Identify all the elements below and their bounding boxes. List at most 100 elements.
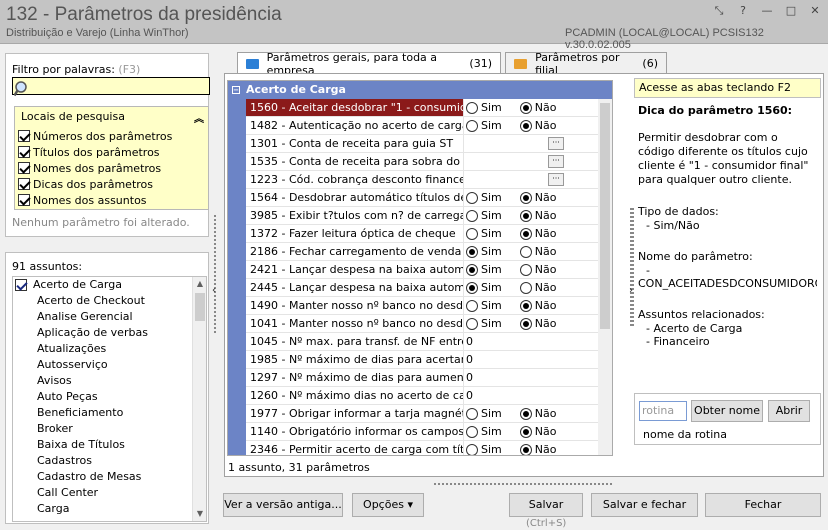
collapse-right-icon[interactable]: ›: [629, 285, 633, 296]
subject-item[interactable]: Acerto de Carga: [13, 277, 206, 293]
parameter-row[interactable]: 1372 - Fazer leitura óptica de cheque Sim…: [246, 225, 610, 243]
subject-item[interactable]: Carga: [13, 501, 206, 517]
scroll-down-icon[interactable]: ▼: [193, 507, 206, 521]
subject-item[interactable]: Acerto de Checkout: [13, 293, 206, 309]
subject-item[interactable]: Broker: [13, 421, 206, 437]
subject-item[interactable]: Beneficiamento: [13, 405, 206, 421]
parameter-value[interactable]: Sim Não: [464, 279, 610, 296]
sim-radio[interactable]: Sim: [466, 281, 502, 294]
checkbox-icon[interactable]: [18, 146, 30, 158]
save-and-close-button[interactable]: Salvar e fechar: [591, 493, 698, 517]
sim-radio[interactable]: Sim: [466, 191, 502, 204]
parameter-row[interactable]: 1482 - Autenticação no acerto de carga Si…: [246, 117, 610, 135]
tab-branch-parameters[interactable]: Parâmetros por filial (6): [505, 51, 667, 77]
restore-icon[interactable]: ⤡: [710, 3, 728, 19]
numeric-value[interactable]: 0: [466, 389, 473, 402]
parameter-row[interactable]: 1045 - Nº max. para transf. de NF entre …: [246, 333, 610, 351]
bottom-splitter[interactable]: [434, 481, 614, 487]
routine-input[interactable]: rotina: [639, 401, 687, 421]
subject-item[interactable]: Atualizações: [13, 341, 206, 357]
parameter-value[interactable]: Sim Não: [464, 207, 610, 224]
subject-item[interactable]: Auto Peças: [13, 389, 206, 405]
sim-radio[interactable]: Sim: [466, 407, 502, 420]
parameter-row[interactable]: 1985 - Nº máximo de dias para acertar ca…: [246, 351, 610, 369]
maximize-icon[interactable]: □: [782, 3, 800, 19]
collapse-group-icon[interactable]: −: [232, 86, 240, 94]
nao-radio[interactable]: Não: [519, 299, 556, 312]
parameter-value[interactable]: Sim Não: [464, 405, 610, 422]
parameter-row[interactable]: 1223 - Cód. cobrança desconto financeiro…: [246, 171, 610, 189]
search-location-option[interactable]: Títulos dos parâmetros: [18, 144, 172, 160]
checkbox-icon[interactable]: [18, 178, 30, 190]
checkbox-icon[interactable]: [18, 162, 30, 174]
parameter-row[interactable]: 2421 - Lançar despesa na baixa automátic…: [246, 261, 610, 279]
collapse-left-icon[interactable]: ‹: [212, 285, 216, 296]
sim-radio[interactable]: Sim: [466, 119, 502, 132]
parameter-row[interactable]: 1297 - Nº máximo de dias para aumentar a…: [246, 369, 610, 387]
save-button[interactable]: Salvar: [509, 493, 583, 517]
sim-radio[interactable]: Sim: [466, 317, 502, 330]
search-location-option[interactable]: Nomes dos parâmetros: [18, 160, 172, 176]
parameter-value[interactable]: Sim Não: [464, 117, 610, 134]
search-location-option[interactable]: Dicas dos parâmetros: [18, 176, 172, 192]
grid-group-header[interactable]: − Acerto de Carga: [228, 81, 612, 99]
subjects-scrollbar[interactable]: ▲ ▼: [192, 277, 206, 521]
subject-item[interactable]: Avisos: [13, 373, 206, 389]
ellipsis-button[interactable]: ···: [548, 155, 564, 168]
filter-input[interactable]: [12, 77, 210, 95]
sim-radio[interactable]: Sim: [466, 425, 502, 438]
minimize-icon[interactable]: —: [758, 3, 776, 19]
tab-general-parameters[interactable]: Parâmetros gerais, para toda a empresa (…: [237, 51, 501, 77]
close-button[interactable]: Fechar: [705, 493, 821, 517]
nao-radio[interactable]: Não: [519, 317, 556, 330]
collapse-up-icon[interactable]: ︽: [194, 110, 204, 125]
parameter-row[interactable]: 1041 - Manter nosso nº banco no desdobr S…: [246, 315, 610, 333]
sim-radio[interactable]: Sim: [466, 227, 502, 240]
parameter-row[interactable]: 1564 - Desdobrar automático títulos de c…: [246, 189, 610, 207]
nao-radio[interactable]: Não: [519, 101, 556, 114]
parameter-row[interactable]: 1260 - Nº máximo dias no acerto de carga…: [246, 387, 610, 405]
parameter-value[interactable]: Sim Não: [464, 441, 610, 455]
nao-radio[interactable]: Não: [519, 407, 556, 420]
close-icon[interactable]: ✕: [806, 3, 824, 19]
parameter-value[interactable]: ···: [464, 135, 610, 152]
subject-item[interactable]: Cadastro de Mesas: [13, 469, 206, 485]
parameter-value[interactable]: 0: [464, 333, 610, 350]
nao-radio[interactable]: Não: [519, 281, 556, 294]
sim-radio[interactable]: Sim: [466, 101, 502, 114]
scrollbar-thumb[interactable]: [195, 293, 205, 321]
sim-radio[interactable]: Sim: [466, 443, 502, 455]
parameter-value[interactable]: Sim Não: [464, 99, 610, 116]
checkbox-icon[interactable]: [18, 194, 30, 206]
search-location-option[interactable]: Números dos parâmetros: [18, 128, 172, 144]
parameter-value[interactable]: ···: [464, 153, 610, 170]
nao-radio[interactable]: Não: [519, 119, 556, 132]
scrollbar-thumb[interactable]: [600, 103, 610, 329]
nao-radio[interactable]: Não: [519, 425, 556, 438]
numeric-value[interactable]: 0: [466, 353, 473, 366]
nao-radio[interactable]: Não: [519, 443, 556, 455]
help-icon[interactable]: ?: [734, 3, 752, 19]
subject-item[interactable]: Baixa de Títulos: [13, 437, 206, 453]
parameter-row[interactable]: 1301 - Conta de receita para guia ST ···: [246, 135, 610, 153]
get-name-button[interactable]: Obter nome: [691, 400, 763, 422]
parameter-row[interactable]: 2186 - Fechar carregamento de venda ba Si…: [246, 243, 610, 261]
parameter-row[interactable]: 1490 - Manter nosso nº banco no desdobr S…: [246, 297, 610, 315]
parameter-value[interactable]: Sim Não: [464, 225, 610, 242]
parameter-value[interactable]: 0: [464, 387, 610, 404]
nao-radio[interactable]: Não: [519, 227, 556, 240]
sim-radio[interactable]: Sim: [466, 299, 502, 312]
subject-item[interactable]: Cadastros: [13, 453, 206, 469]
parameter-value[interactable]: Sim Não: [464, 315, 610, 332]
sim-radio[interactable]: Sim: [466, 245, 502, 258]
parameter-row[interactable]: 2445 - Lançar despesa na baixa automátic…: [246, 279, 610, 297]
sim-radio[interactable]: Sim: [466, 263, 502, 276]
options-button[interactable]: Opções ▾: [352, 493, 424, 517]
subject-item[interactable]: Call Center: [13, 485, 206, 501]
subject-item[interactable]: Analise Gerencial: [13, 309, 206, 325]
parameter-row[interactable]: 1535 - Conta de receita para sobra do ac…: [246, 153, 610, 171]
nao-radio[interactable]: Não: [519, 191, 556, 204]
ellipsis-button[interactable]: ···: [548, 137, 564, 150]
numeric-value[interactable]: 0: [466, 335, 473, 348]
search-location-option[interactable]: Nomes dos assuntos: [18, 192, 172, 208]
